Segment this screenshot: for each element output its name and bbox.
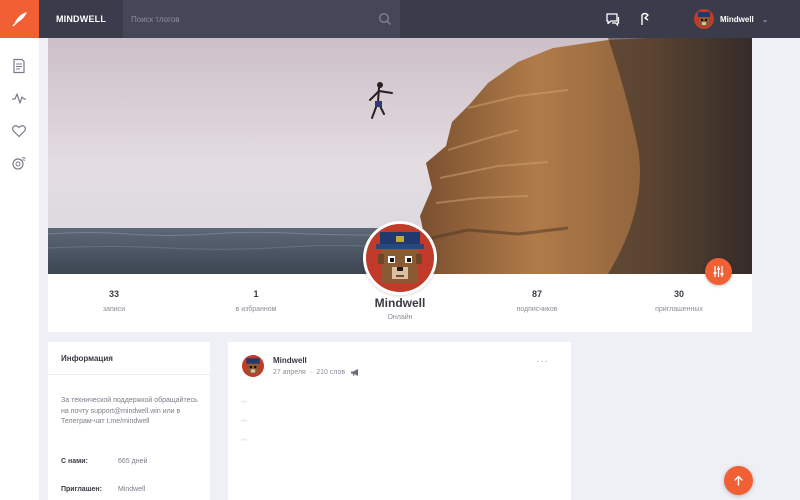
top-bar: MINDWELL Mindwell ⌄	[0, 0, 800, 38]
post-paragraph: ...	[241, 397, 247, 404]
stat-invited[interactable]: 30 приглашенных	[619, 289, 739, 313]
arrow-up-icon	[734, 475, 743, 486]
feed-icon[interactable]	[11, 58, 27, 74]
user-name: Mindwell	[720, 14, 754, 24]
stat-label: в избранном	[235, 306, 277, 313]
post-author[interactable]: Mindwell	[273, 356, 307, 365]
post-avatar[interactable]	[242, 355, 264, 377]
online-status: Онлайн	[387, 314, 413, 321]
post-date[interactable]: 27 апреля	[273, 369, 306, 376]
info-key: С нами:	[61, 458, 88, 465]
chat-icon[interactable]	[605, 11, 621, 27]
stat-label: приглашенных	[655, 306, 703, 313]
info-row: Приглашен: Mindwell	[61, 486, 145, 493]
stat-label: записи	[102, 306, 126, 313]
user-menu[interactable]: Mindwell ⌄	[694, 0, 768, 38]
divider	[48, 374, 210, 375]
post-paragraph: ...	[241, 416, 247, 423]
sliders-icon	[713, 266, 724, 277]
scroll-top-button[interactable]	[724, 466, 753, 495]
post-meta: 27 апреля · 210 слов	[273, 368, 360, 377]
profile-avatar[interactable]	[363, 221, 437, 295]
info-value: 665 дней	[118, 458, 148, 465]
stat-entries[interactable]: 33 записи	[54, 289, 174, 313]
post-body: ... ... ...	[241, 395, 561, 452]
feather-logo-icon	[12, 12, 27, 27]
info-card: Информация За технической поддержкой обр…	[48, 342, 210, 500]
info-description: За технической поддержкой обращайтесь на…	[61, 397, 198, 425]
profile-name: Mindwell	[374, 296, 426, 310]
info-title: Информация	[61, 354, 113, 363]
post-paragraph: ...	[241, 435, 247, 442]
more-options-button[interactable]: ···	[536, 356, 549, 367]
notifications-icon[interactable]	[637, 11, 653, 27]
stat-value: 1	[253, 289, 259, 299]
settings-button[interactable]	[705, 258, 732, 285]
meta-separator: ·	[309, 369, 313, 376]
logo[interactable]	[0, 0, 39, 38]
search-box	[123, 0, 400, 38]
stat-value: 33	[108, 289, 119, 299]
stat-favorites[interactable]: 1 в избранном	[196, 289, 316, 313]
post-card: Mindwell 27 апреля · 210 слов ··· ... ..…	[228, 342, 571, 500]
avatar	[694, 9, 714, 29]
megaphone-icon	[351, 369, 359, 377]
sidebar	[0, 38, 39, 500]
info-value-link[interactable]: Mindwell	[118, 486, 145, 493]
post-word-count: 210 слов	[316, 369, 346, 376]
info-row: С нами: 665 дней	[61, 458, 147, 465]
profile-card: 33 записи 1 в избранном 87 подписчиков 3…	[48, 38, 752, 332]
brand-name[interactable]: MINDWELL	[39, 0, 123, 38]
stat-value: 30	[673, 289, 684, 299]
info-key: Приглашен:	[61, 486, 102, 493]
favorites-icon[interactable]	[11, 123, 27, 139]
friends-icon[interactable]	[11, 155, 27, 171]
search-input[interactable]	[123, 0, 368, 38]
search-icon[interactable]	[378, 12, 392, 26]
chevron-down-icon: ⌄	[761, 14, 769, 24]
activity-icon[interactable]	[11, 90, 27, 106]
